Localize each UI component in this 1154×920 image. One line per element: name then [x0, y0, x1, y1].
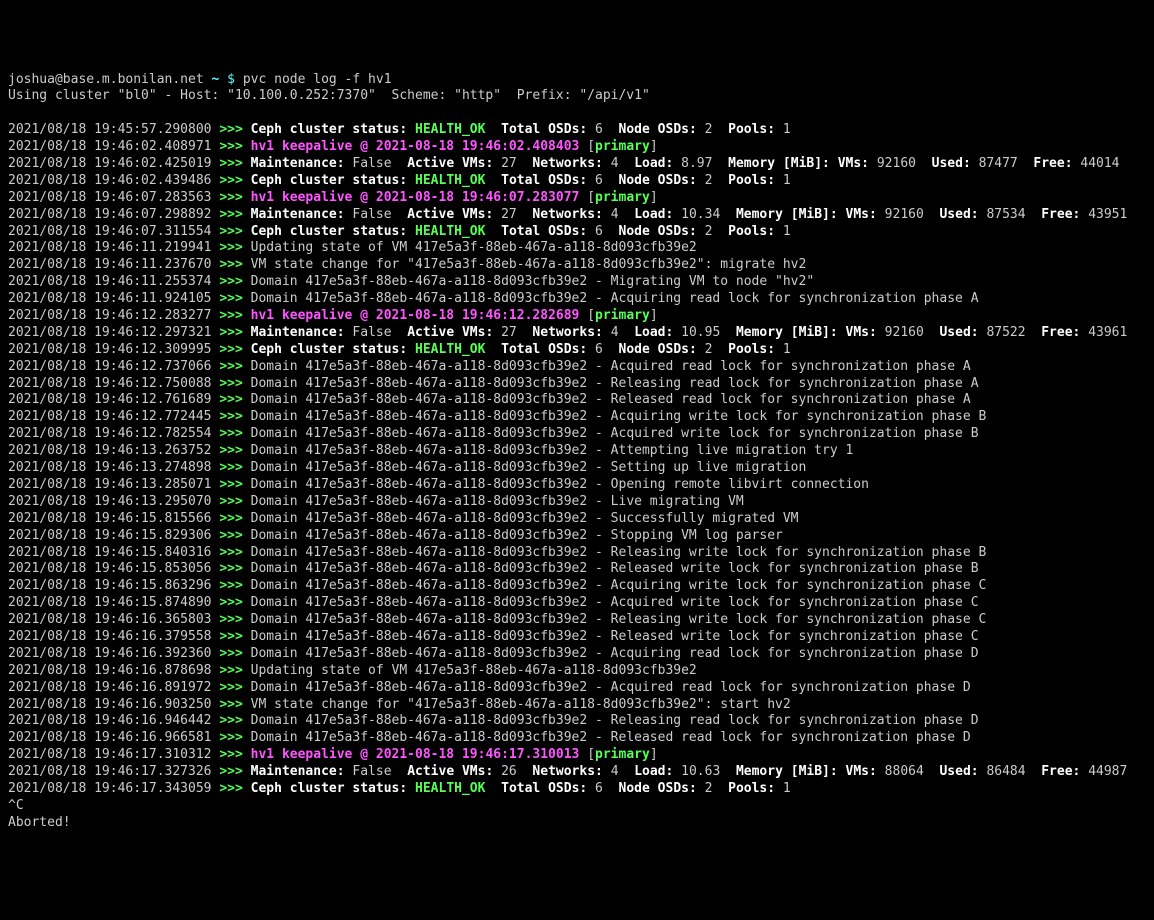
log-line: 2021/08/18 19:46:16.946442 >>> Domain 41… [8, 713, 1146, 730]
log-line: 2021/08/18 19:46:13.295070 >>> Domain 41… [8, 494, 1146, 511]
log-line: 2021/08/18 19:46:16.891972 >>> Domain 41… [8, 680, 1146, 697]
log-line: 2021/08/18 19:46:17.310312 >>> hv1 keepa… [8, 747, 1146, 764]
log-line: 2021/08/18 19:46:11.255374 >>> Domain 41… [8, 274, 1146, 291]
log-line: 2021/08/18 19:46:15.853056 >>> Domain 41… [8, 561, 1146, 578]
log-line: 2021/08/18 19:46:02.408971 >>> hv1 keepa… [8, 139, 1146, 156]
log-line: 2021/08/18 19:46:15.863296 >>> Domain 41… [8, 578, 1146, 595]
log-line: 2021/08/18 19:46:12.782554 >>> Domain 41… [8, 426, 1146, 443]
log-line: 2021/08/18 19:46:12.737066 >>> Domain 41… [8, 359, 1146, 376]
log-line: 2021/08/18 19:46:02.425019 >>> Maintenan… [8, 156, 1146, 173]
log-line: 2021/08/18 19:46:15.829306 >>> Domain 41… [8, 528, 1146, 545]
banner-line: Using cluster "bl0" - Host: "10.100.0.25… [8, 88, 1146, 105]
prompt-line[interactable]: joshua@base.m.bonilan.net ~ $ pvc node l… [8, 72, 1146, 89]
log-line: 2021/08/18 19:46:17.343059 >>> Ceph clus… [8, 781, 1146, 798]
log-line: 2021/08/18 19:45:57.290800 >>> Ceph clus… [8, 122, 1146, 139]
log-line: 2021/08/18 19:46:16.903250 >>> VM state … [8, 697, 1146, 714]
blank-line [8, 105, 1146, 122]
log-line: 2021/08/18 19:46:12.750088 >>> Domain 41… [8, 376, 1146, 393]
log-line: 2021/08/18 19:46:16.392360 >>> Domain 41… [8, 646, 1146, 663]
log-line: 2021/08/18 19:46:16.966581 >>> Domain 41… [8, 730, 1146, 747]
log-line: 2021/08/18 19:46:07.283563 >>> hv1 keepa… [8, 190, 1146, 207]
log-line: 2021/08/18 19:46:12.772445 >>> Domain 41… [8, 409, 1146, 426]
log-line: 2021/08/18 19:46:07.298892 >>> Maintenan… [8, 207, 1146, 224]
log-line: 2021/08/18 19:46:12.297321 >>> Maintenan… [8, 325, 1146, 342]
log-line: 2021/08/18 19:46:16.379558 >>> Domain 41… [8, 629, 1146, 646]
terminal[interactable]: joshua@base.m.bonilan.net ~ $ pvc node l… [8, 72, 1146, 832]
log-line: 2021/08/18 19:46:12.309995 >>> Ceph clus… [8, 342, 1146, 359]
log-line: 2021/08/18 19:46:15.815566 >>> Domain 41… [8, 511, 1146, 528]
aborted-line: Aborted! [8, 815, 1146, 832]
log-line: 2021/08/18 19:46:17.327326 >>> Maintenan… [8, 764, 1146, 781]
log-line: 2021/08/18 19:46:07.311554 >>> Ceph clus… [8, 224, 1146, 241]
log-line: 2021/08/18 19:46:13.274898 >>> Domain 41… [8, 460, 1146, 477]
log-line: 2021/08/18 19:46:13.285071 >>> Domain 41… [8, 477, 1146, 494]
log-line: 2021/08/18 19:46:11.237670 >>> VM state … [8, 257, 1146, 274]
interrupt-line: ^C [8, 798, 1146, 815]
log-line: 2021/08/18 19:46:11.219941 >>> Updating … [8, 240, 1146, 257]
log-line: 2021/08/18 19:46:15.874890 >>> Domain 41… [8, 595, 1146, 612]
log-line: 2021/08/18 19:46:11.924105 >>> Domain 41… [8, 291, 1146, 308]
log-line: 2021/08/18 19:46:16.878698 >>> Updating … [8, 663, 1146, 680]
log-line: 2021/08/18 19:46:02.439486 >>> Ceph clus… [8, 173, 1146, 190]
log-line: 2021/08/18 19:46:12.283277 >>> hv1 keepa… [8, 308, 1146, 325]
log-line: 2021/08/18 19:46:15.840316 >>> Domain 41… [8, 545, 1146, 562]
log-line: 2021/08/18 19:46:13.263752 >>> Domain 41… [8, 443, 1146, 460]
log-line: 2021/08/18 19:46:16.365803 >>> Domain 41… [8, 612, 1146, 629]
log-line: 2021/08/18 19:46:12.761689 >>> Domain 41… [8, 392, 1146, 409]
